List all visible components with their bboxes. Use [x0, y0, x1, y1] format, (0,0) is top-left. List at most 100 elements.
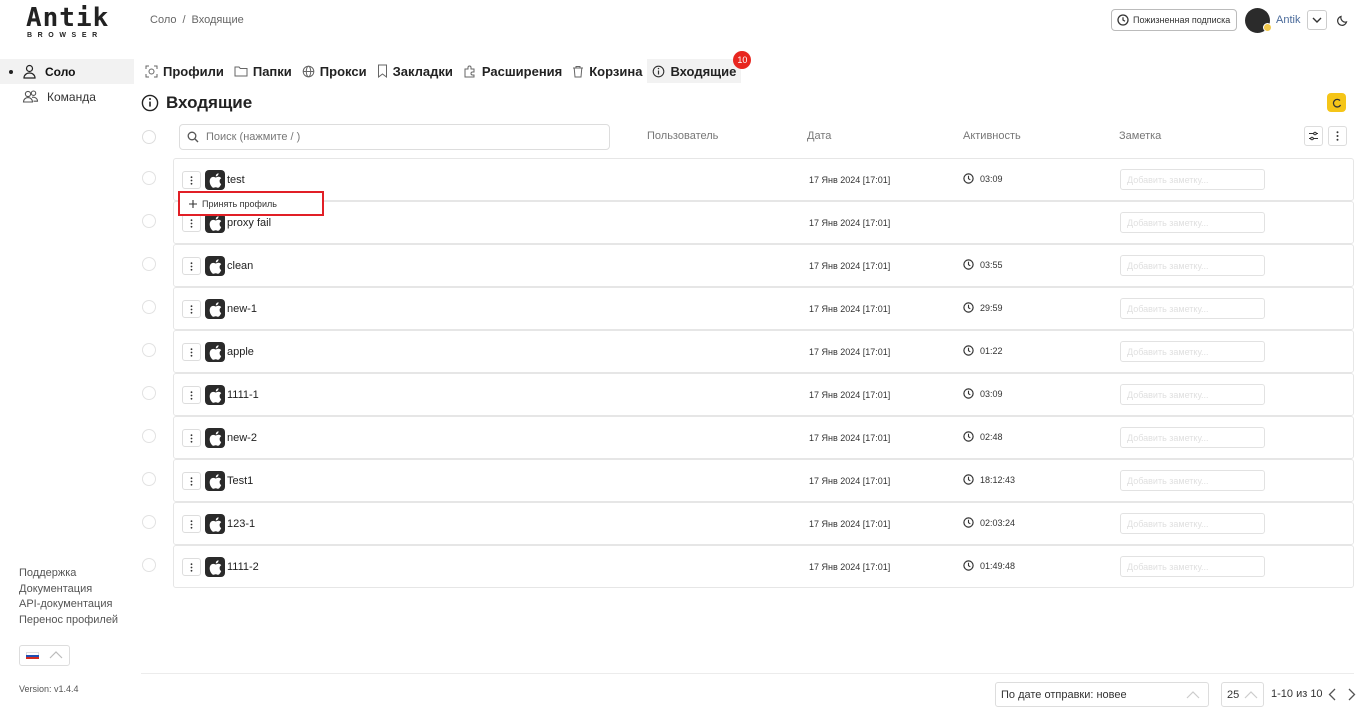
row-checkbox[interactable] — [142, 386, 156, 400]
page-size-select[interactable]: 25 — [1221, 682, 1264, 707]
profile-name[interactable]: new-1 — [227, 303, 257, 315]
note-input[interactable] — [1120, 470, 1265, 491]
language-selector[interactable] — [19, 645, 70, 666]
note-input[interactable] — [1120, 384, 1265, 405]
column-header-date[interactable]: Дата — [807, 130, 831, 142]
table-row[interactable]: 123-1 17 Янв 2024 [17:01] 02:03:24 — [0, 502, 1366, 545]
row-menu-button[interactable] — [182, 472, 201, 490]
tab-trash[interactable]: Корзина — [567, 59, 647, 83]
row-menu-button[interactable] — [182, 515, 201, 533]
note-input[interactable] — [1120, 212, 1265, 233]
refresh-button[interactable] — [1327, 93, 1346, 112]
row-menu-button[interactable] — [182, 558, 201, 576]
note-input[interactable] — [1120, 513, 1265, 534]
profile-name[interactable]: 1111-1 — [227, 389, 259, 401]
breadcrumb-solo[interactable]: Соло — [150, 14, 176, 26]
row-checkbox[interactable] — [142, 515, 156, 529]
table-row[interactable]: clean 17 Янв 2024 [17:01] 03:55 — [0, 244, 1366, 287]
table-row[interactable]: 1111-1 17 Янв 2024 [17:01] 03:09 — [0, 373, 1366, 416]
clock-icon — [963, 302, 974, 313]
note-input[interactable] — [1120, 255, 1265, 276]
profile-name[interactable]: proxy fail — [227, 217, 271, 229]
profile-row[interactable]: clean 17 Янв 2024 [17:01] 03:55 — [173, 244, 1354, 287]
theme-toggle-button[interactable] — [1334, 11, 1352, 29]
profile-activity: 18:12:43 — [963, 474, 1015, 485]
column-header-activity[interactable]: Активность — [963, 130, 1021, 142]
profile-row[interactable]: new-2 17 Янв 2024 [17:01] 02:48 — [173, 416, 1354, 459]
profile-name[interactable]: test — [227, 174, 245, 186]
row-menu-button[interactable] — [182, 429, 201, 447]
row-menu-button[interactable] — [182, 214, 201, 232]
api-docs-link[interactable]: API-документация — [19, 597, 118, 613]
username[interactable]: Antik — [1276, 14, 1300, 26]
table-row[interactable]: apple 17 Янв 2024 [17:01] 01:22 — [0, 330, 1366, 373]
tab-label: Закладки — [392, 63, 453, 79]
row-checkbox[interactable] — [142, 300, 156, 314]
table-row[interactable]: Test1 17 Янв 2024 [17:01] 18:12:43 — [0, 459, 1366, 502]
profile-row[interactable]: new-1 17 Янв 2024 [17:01] 29:59 — [173, 287, 1354, 330]
profile-name[interactable]: 123-1 — [227, 518, 255, 530]
table-row[interactable]: 1111-2 17 Янв 2024 [17:01] 01:49:48 — [0, 545, 1366, 588]
sort-select[interactable]: По дате отправки: новее — [995, 682, 1209, 707]
row-checkbox[interactable] — [142, 343, 156, 357]
antik-logo[interactable]: Antik BROWSER — [26, 5, 110, 42]
note-input[interactable] — [1120, 427, 1265, 448]
tab-extensions[interactable]: Расширения — [458, 59, 567, 83]
note-input[interactable] — [1120, 298, 1265, 319]
row-menu-button[interactable] — [182, 257, 201, 275]
profile-row[interactable]: Test1 17 Янв 2024 [17:01] 18:12:43 — [173, 459, 1354, 502]
note-input[interactable] — [1120, 341, 1265, 362]
row-checkbox[interactable] — [142, 214, 156, 228]
row-checkbox[interactable] — [142, 429, 156, 443]
sidebar-item-team[interactable]: Команда — [0, 84, 134, 109]
tab-folders[interactable]: Папки — [229, 59, 297, 83]
tab-inbox[interactable]: Входящие 10 — [647, 51, 752, 83]
prev-page-button[interactable] — [1325, 686, 1339, 702]
tab-profiles[interactable]: Профили — [140, 59, 229, 83]
profile-name[interactable]: clean — [227, 260, 253, 272]
user-menu-dropdown[interactable] — [1307, 10, 1327, 30]
subscription-button[interactable]: Пожизненная подписка — [1111, 9, 1237, 31]
column-settings-button[interactable] — [1304, 126, 1323, 146]
note-input[interactable] — [1120, 169, 1265, 190]
accept-profile-menu-item[interactable]: Принять профиль — [178, 191, 324, 216]
subscription-label: Пожизненная подписка — [1133, 15, 1231, 25]
profile-name[interactable]: apple — [227, 346, 254, 358]
row-checkbox[interactable] — [142, 558, 156, 572]
search-box[interactable] — [179, 124, 610, 150]
table-row[interactable]: new-1 17 Янв 2024 [17:01] 29:59 — [0, 287, 1366, 330]
profile-date: 17 Янв 2024 [17:01] — [809, 261, 891, 271]
chevron-up-icon — [1244, 691, 1258, 699]
profile-row[interactable]: proxy fail 17 Янв 2024 [17:01] — [173, 201, 1354, 244]
next-page-button[interactable] — [1345, 686, 1359, 702]
table-more-button[interactable] — [1328, 126, 1347, 146]
profile-activity: 03:09 — [963, 173, 1003, 184]
profile-row[interactable]: test 17 Янв 2024 [17:01] 03:09 — [173, 158, 1354, 201]
sidebar-item-solo[interactable]: Соло — [0, 59, 134, 84]
note-input[interactable] — [1120, 556, 1265, 577]
profile-date: 17 Янв 2024 [17:01] — [809, 390, 891, 400]
row-menu-button[interactable] — [182, 300, 201, 318]
profile-name[interactable]: new-2 — [227, 432, 257, 444]
row-menu-button[interactable] — [182, 171, 201, 189]
profile-row[interactable]: 123-1 17 Янв 2024 [17:01] 02:03:24 — [173, 502, 1354, 545]
row-menu-button[interactable] — [182, 343, 201, 361]
row-checkbox[interactable] — [142, 171, 156, 185]
tab-bookmarks[interactable]: Закладки — [372, 59, 458, 83]
profile-row[interactable]: apple 17 Янв 2024 [17:01] 01:22 — [173, 330, 1354, 373]
select-all-checkbox[interactable] — [142, 130, 156, 144]
profile-name[interactable]: Test1 — [227, 475, 253, 487]
row-menu-button[interactable] — [182, 386, 201, 404]
profile-transfer-link[interactable]: Перенос профилей — [19, 613, 118, 629]
tab-proxy[interactable]: Прокси — [297, 59, 372, 83]
row-checkbox[interactable] — [142, 472, 156, 486]
row-checkbox[interactable] — [142, 257, 156, 271]
profile-row[interactable]: 1111-2 17 Янв 2024 [17:01] 01:49:48 — [173, 545, 1354, 588]
apple-icon — [209, 301, 221, 317]
search-input[interactable] — [206, 131, 586, 143]
profile-row[interactable]: 1111-1 17 Янв 2024 [17:01] 03:09 — [173, 373, 1354, 416]
kebab-icon — [190, 390, 193, 400]
table-row[interactable]: new-2 17 Янв 2024 [17:01] 02:48 — [0, 416, 1366, 459]
profile-activity: 01:22 — [963, 345, 1003, 356]
profile-name[interactable]: 1111-2 — [227, 561, 259, 573]
